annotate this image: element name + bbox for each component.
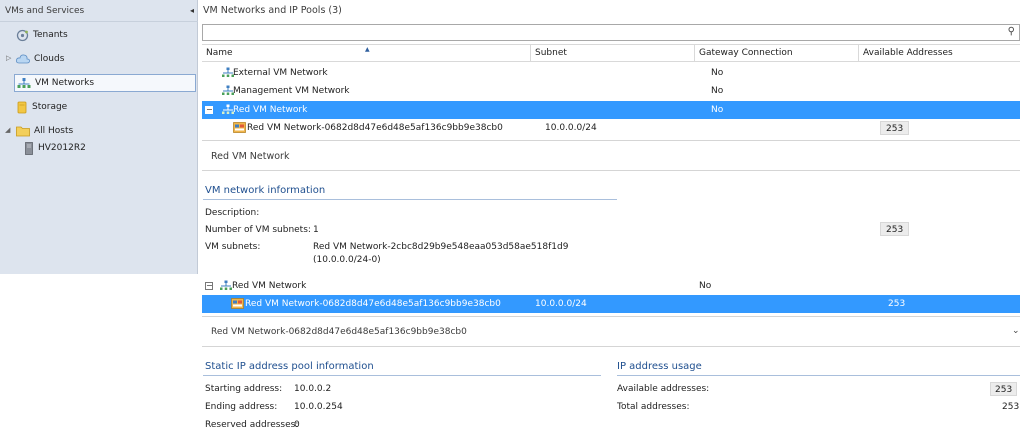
starting-address-label: Starting address: [205,384,283,394]
row-gateway: No [711,105,724,115]
nav-item-clouds[interactable]: Clouds [16,50,196,68]
search-input[interactable] [203,25,983,40]
search-box[interactable]: ⚲ [202,24,1020,41]
collapse-all-hosts-icon[interactable]: ◢ [5,126,10,134]
detail-title: Red VM Network [211,151,290,162]
expand-clouds-icon[interactable]: ▷ [6,54,11,62]
collapse-row-icon[interactable]: − [205,106,213,114]
column-header-label: Available Addresses [863,48,953,58]
nav-item-storage[interactable]: Storage [16,98,196,116]
row-name: Red VM Network-0682d8d47e6d48e5af136c9bb… [245,299,501,309]
nav-item-label: Storage [32,102,68,112]
total-addresses-label: Total addresses: [617,402,690,412]
section-underline [617,375,1020,376]
search-icon[interactable]: ⚲ [1008,26,1015,37]
nav-item-label: HV2012R2 [38,143,86,153]
row-name: Red VM Network [233,105,308,115]
pool-header: Red VM Network-0682d8d47e6d48e5af136c9bb… [211,327,467,337]
section-title-static-pool: Static IP address pool information [205,361,374,372]
column-header-gateway[interactable]: Gateway Connection [695,45,859,62]
total-addresses-value: 253 [1002,402,1020,412]
table-row[interactable]: Management VM Network No [202,82,1020,100]
ending-address-value: 10.0.0.254 [294,402,343,412]
sort-ascending-icon: ▲ [365,46,370,53]
pane-divider [202,140,1020,141]
detail-divider [202,170,1020,171]
starting-address-value: 10.0.0.2 [294,384,332,394]
chevron-down-icon[interactable]: ⌄ [1012,326,1020,336]
ip-pool-icon [231,298,244,309]
section-title-vm-network-info: VM network information [205,185,326,196]
row-subnet: 10.0.0.0/24 [545,123,597,133]
nav-item-label: Clouds [34,54,65,64]
nav-item-label: VM Networks [35,78,95,88]
row-subnet: 10.0.0.0/24 [535,299,587,309]
nav-item-vm-networks[interactable]: VM Networks [14,74,196,92]
section-underline [203,199,617,200]
vm-network-icon [220,280,232,290]
collapse-pane-icon[interactable]: ◂ [190,6,194,15]
page-title: VM Networks and IP Pools (3) [203,5,342,16]
row-name: Red VM Network [232,281,307,291]
vm-network-icon [17,78,31,88]
pool-divider [202,346,1020,347]
ending-address-label: Ending address: [205,402,278,412]
collapse-row-icon[interactable]: − [205,282,213,290]
column-header-label: Subnet [535,48,567,58]
column-header-available[interactable]: Available Addresses [859,45,1020,62]
column-header-label: Name [206,48,233,58]
available-addresses-label: Available addresses: [617,384,710,394]
section-title-ip-usage: IP address usage [617,361,702,372]
vm-subnets-value-range: (10.0.0.0/24-0) [313,255,381,265]
table-row-selected[interactable]: − Red VM Network No [202,101,1020,119]
available-addresses-value: 253 [990,382,1018,396]
detail-tree-child-selected[interactable]: Red VM Network-0682d8d47e6d48e5af136c9bb… [202,295,1020,313]
storage-icon [17,101,27,113]
num-subnets-label: Number of VM subnets: [205,225,311,235]
column-header-subnet[interactable]: Subnet [531,45,695,62]
nav-header-title: VMs and Services [5,5,85,16]
detail-divider [202,316,1020,317]
row-gateway: No [711,68,724,78]
nav-item-all-hosts[interactable]: All Hosts [16,122,196,140]
row-gateway: No [699,281,712,291]
nav-item-host[interactable]: HV2012R2 [24,139,196,157]
column-header-name[interactable]: ▲ Name [202,45,531,62]
reserved-addresses-label: Reserved addresses: [205,420,299,430]
host-icon [25,141,33,155]
ip-pool-icon [233,122,246,133]
table-row[interactable]: External VM Network No [202,64,1020,82]
vm-subnets-value: Red VM Network-2cbc8d29b9e548eaa053d58ae… [313,242,569,252]
folder-icon [16,126,30,137]
nav-header: VMs and Services ◂ [0,0,198,22]
num-subnets-value: 1 [313,225,319,235]
available-addresses-badge: 253 [880,222,910,236]
row-gateway: No [711,86,724,96]
row-available: 253 [888,299,906,309]
grid-header: ▲ Name Subnet Gateway Connection Availab… [202,44,1020,62]
reserved-addresses-value: 0 [294,420,300,430]
available-addresses-badge: 253 [880,121,910,135]
cloud-icon [16,54,30,64]
nav-item-tenants[interactable]: Tenants [16,26,196,44]
nav-item-label: All Hosts [34,126,74,136]
navigation-pane: VMs and Services ◂ Tenants ▷ Clouds VM N… [0,0,198,274]
row-name: Management VM Network [233,86,350,96]
vm-subnets-label: VM subnets: [205,242,261,252]
row-name: External VM Network [233,68,328,78]
row-name: Red VM Network-0682d8d47e6d48e5af136c9bb… [247,123,503,133]
detail-tree-parent[interactable]: − Red VM Network No [202,277,1020,295]
section-underline [203,375,601,376]
description-label: Description: [205,208,260,218]
tenants-icon [16,29,29,41]
column-header-label: Gateway Connection [699,48,793,58]
nav-item-label: Tenants [33,30,68,40]
table-row[interactable]: Red VM Network-0682d8d47e6d48e5af136c9bb… [202,119,1020,137]
